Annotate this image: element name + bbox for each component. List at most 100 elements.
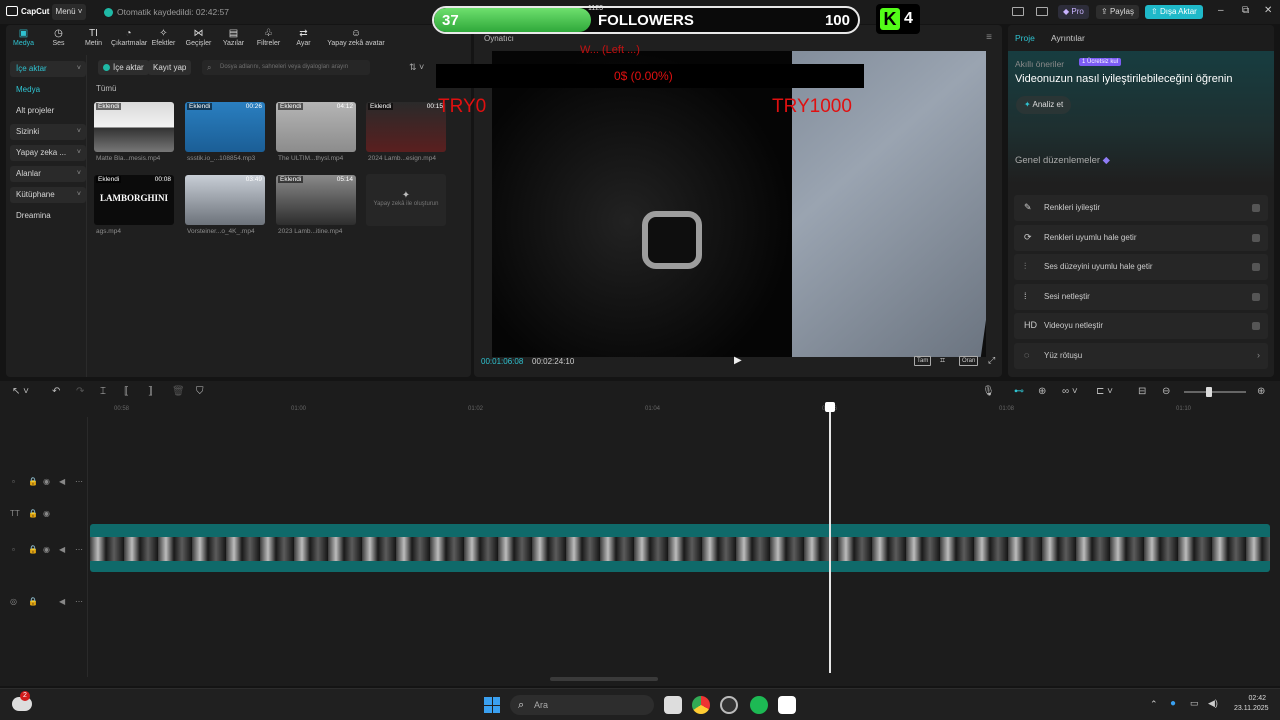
split-icon[interactable]: ⌶	[100, 386, 106, 397]
media-clip[interactable]: Eklendi 04:12	[276, 102, 356, 152]
media-clip[interactable]: Eklendi 05:14	[276, 175, 356, 225]
trim-left-icon[interactable]: ⟦	[124, 386, 129, 397]
edit-option[interactable]: HD Videoyu netleştir	[1014, 313, 1268, 339]
edit-option[interactable]: ◌ Yüz rötuşu ›	[1014, 342, 1268, 369]
trim-right-icon[interactable]: ⟧	[148, 386, 153, 397]
file-explorer-icon[interactable]	[664, 696, 682, 714]
tool-filters[interactable]: ♧ Filtreler	[251, 25, 286, 53]
toggle-switch[interactable]	[1252, 204, 1260, 212]
edit-option[interactable]: ⫶ Ses düzeyini uyumlu hale getir	[1014, 254, 1268, 280]
import-button[interactable]: İçe aktar	[98, 60, 149, 75]
microphone-tray-icon[interactable]: ●	[1170, 698, 1176, 709]
select-tool-icon[interactable]: ↖ ˅	[12, 386, 29, 397]
analyze-button[interactable]: ✦ Analiz et	[1016, 96, 1072, 114]
layout-icon[interactable]	[1012, 7, 1024, 16]
toggle-switch[interactable]	[1252, 322, 1260, 330]
volume-icon[interactable]: ◀)	[1208, 698, 1218, 709]
lock-icon[interactable]: 🔒	[28, 509, 38, 518]
tool-effects[interactable]: ✧ Efektler	[146, 25, 181, 53]
zoom-slider[interactable]	[1184, 391, 1246, 393]
edit-option[interactable]: ⁞ Sesi netleştir	[1014, 283, 1268, 310]
taskbar-search[interactable]: ⌕ Ara	[510, 695, 654, 715]
play-icon[interactable]: ▶	[734, 355, 742, 366]
toggle-switch[interactable]	[1252, 292, 1260, 301]
filter-all-label[interactable]: Tümü	[96, 84, 116, 93]
lock-icon[interactable]: 🔒	[28, 545, 38, 554]
chrome-icon[interactable]	[692, 696, 710, 714]
lock-icon[interactable]: 🔒	[28, 597, 38, 606]
microphone-icon[interactable]: 🎙	[982, 386, 995, 397]
sidenav-item[interactable]: Yapay zeka ... ˅	[10, 145, 86, 161]
sort-icon[interactable]: ⇅ ˅	[409, 62, 424, 73]
playhead[interactable]	[829, 405, 831, 673]
tool-media[interactable]: ▣ Medya	[6, 25, 41, 53]
zoom-out-icon[interactable]: ⊖	[1162, 386, 1170, 397]
media-clip[interactable]: Eklendi	[94, 102, 174, 152]
sidenav-item[interactable]: Dreamina	[10, 208, 86, 224]
tool-adjust[interactable]: ⇄ Ayar	[286, 25, 321, 53]
more-icon[interactable]: ⋯	[75, 545, 83, 554]
tool-audio[interactable]: ◷ Ses	[41, 25, 76, 53]
tool-text[interactable]: TI Metin	[76, 25, 111, 53]
caption-icon[interactable]: ⊟	[1138, 386, 1146, 397]
shield-icon[interactable]: ⛉	[196, 386, 204, 397]
close-button[interactable]: ✕	[1264, 5, 1272, 16]
tool-captions[interactable]: ▤ Yazılar	[216, 25, 251, 53]
sidenav-item[interactable]: Alt projeler	[10, 103, 86, 119]
lock-icon[interactable]: 🔒	[28, 477, 38, 486]
media-clip[interactable]: Eklendi 00:26	[185, 102, 265, 152]
chain-icon[interactable]: ∞ ˅	[1062, 386, 1078, 397]
sidenav-item[interactable]: Kütüphane ˅	[10, 187, 86, 203]
sidenav-item[interactable]: İçe aktar ˅	[10, 61, 86, 77]
media-clip[interactable]: Eklendi 00:15	[366, 102, 446, 152]
media-clip[interactable]: Eklendi 00:08 LAMBORGHINI	[94, 175, 174, 225]
speaker-icon[interactable]: ◀	[59, 477, 65, 486]
video-clip[interactable]	[90, 524, 1270, 572]
player-menu-icon[interactable]: ≡	[986, 32, 992, 43]
more-icon[interactable]: ⋯	[75, 597, 83, 606]
speaker-icon[interactable]: ◀	[59, 545, 65, 554]
maximize-button[interactable]: ⧉	[1242, 5, 1249, 16]
timeline-scrollbar[interactable]	[550, 677, 658, 681]
magnet-icon[interactable]: ⊷	[1014, 386, 1024, 397]
pro-button[interactable]: ◆ Pro	[1058, 5, 1089, 19]
toggle-switch[interactable]	[1252, 263, 1260, 271]
tool-ai-avatar[interactable]: ☺ Yapay zekâ avatar	[321, 25, 391, 53]
edit-option[interactable]: ✎ Renkleri iyileştir	[1014, 195, 1268, 221]
playhead-handle[interactable]	[825, 402, 835, 412]
timeline-ruler[interactable]: 00:5801:0001:0201:0401:0601:0801:10	[90, 403, 1280, 417]
minimize-button[interactable]: –	[1218, 5, 1224, 16]
more-icon[interactable]: ⋯	[75, 477, 83, 486]
edit-option[interactable]: ⟳ Renkleri uyumlu hale getir	[1014, 224, 1268, 251]
ai-generate-tile[interactable]: ✦ Yapay zekâ ile oluşturun	[366, 174, 446, 226]
snapshot-icon[interactable]: ⌗	[938, 356, 947, 366]
eye-icon[interactable]: ◉	[43, 545, 50, 554]
sidenav-item[interactable]: Alanlar ˅	[10, 166, 86, 182]
eye-icon[interactable]: ◉	[43, 477, 50, 486]
record-button[interactable]: Kayıt yap	[148, 60, 192, 75]
undo-icon[interactable]: ↶	[52, 386, 60, 397]
speaker-icon[interactable]: ◀	[59, 597, 65, 606]
sidenav-item[interactable]: Medya	[10, 82, 86, 98]
eye-icon[interactable]: ◉	[43, 509, 50, 518]
tab-project[interactable]: Proje	[1015, 33, 1035, 43]
zoom-in-icon[interactable]: ⊕	[1257, 386, 1265, 397]
link-icon[interactable]: ⊕	[1038, 386, 1046, 397]
media-clip[interactable]: 03:49	[185, 175, 265, 225]
github-icon[interactable]	[720, 696, 738, 714]
tray-chevron-icon[interactable]: ⌃	[1150, 699, 1158, 710]
spotify-icon[interactable]	[750, 696, 768, 714]
sidenav-item[interactable]: Sizinki ˅	[10, 124, 86, 140]
menu-button[interactable]: Menü ˅	[52, 4, 86, 20]
redo-icon[interactable]: ↷	[76, 386, 84, 397]
tool-sticker[interactable]: ◔ Çıkartmalar	[111, 25, 147, 53]
notes-icon[interactable]	[1036, 7, 1048, 16]
capcut-taskbar-icon[interactable]	[778, 696, 796, 714]
toggle-switch[interactable]	[1252, 233, 1260, 242]
clock[interactable]: 02:42 23.11.2025	[1234, 694, 1269, 714]
fullscreen-icon[interactable]: ⤢	[986, 356, 997, 366]
network-icon[interactable]: ▭	[1190, 698, 1199, 709]
zoom-slider-handle[interactable]	[1206, 387, 1212, 397]
delete-icon[interactable]: 🗑	[172, 386, 185, 397]
start-button[interactable]	[484, 697, 500, 713]
